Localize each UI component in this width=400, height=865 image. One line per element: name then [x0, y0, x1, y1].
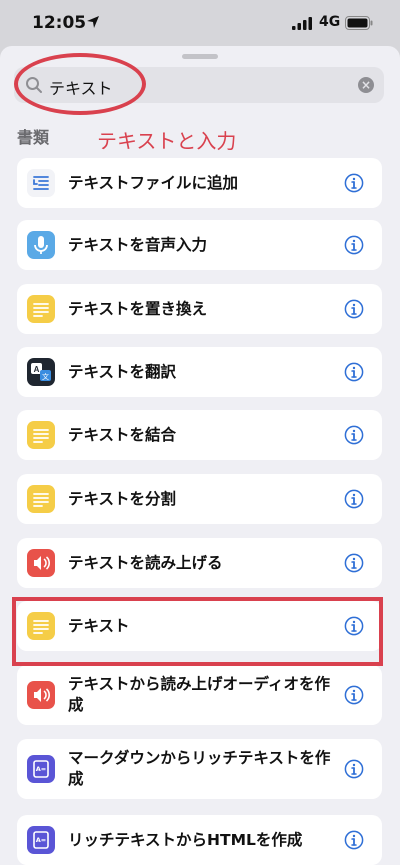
- info-icon[interactable]: [344, 425, 364, 445]
- search-icon: [26, 77, 42, 93]
- action-row[interactable]: テキストを分割: [17, 474, 382, 524]
- info-icon[interactable]: [344, 362, 364, 382]
- action-row[interactable]: A= リッチテキストからHTMLを作成: [17, 815, 382, 865]
- action-row[interactable]: テキストを結合: [17, 410, 382, 460]
- svg-text:A=: A=: [36, 836, 46, 844]
- sheet-grabber[interactable]: [182, 54, 218, 59]
- battery-icon: [345, 16, 373, 30]
- translate-icon: A文: [27, 358, 55, 386]
- action-row[interactable]: テキストを読み上げる: [17, 538, 382, 588]
- action-row[interactable]: テキストを置き換え: [17, 284, 382, 334]
- svg-text:A: A: [34, 365, 40, 374]
- info-icon[interactable]: [344, 616, 364, 636]
- action-label: テキストを翻訳: [68, 362, 177, 381]
- info-icon[interactable]: [344, 489, 364, 509]
- text-file-append-icon: [27, 169, 55, 197]
- action-label: リッチテキストからHTMLを作成: [68, 830, 303, 849]
- clear-search-icon[interactable]: ×: [358, 77, 374, 93]
- rich-text-icon: A=: [27, 826, 55, 854]
- network-type: 4G: [319, 14, 341, 30]
- action-label: テキストを結合: [68, 425, 177, 444]
- action-row[interactable]: テキストファイルに追加: [17, 158, 382, 208]
- info-icon[interactable]: [344, 553, 364, 573]
- status-bar: 12:05 4G: [0, 0, 400, 46]
- document-lines-icon: [27, 421, 55, 449]
- action-label: テキストファイルに追加: [68, 173, 239, 192]
- location-arrow-icon: [87, 16, 99, 28]
- action-label: テキストから読み上げオーディオを作成: [68, 675, 330, 714]
- document-lines-icon: [27, 295, 55, 323]
- microphone-icon: [27, 231, 55, 259]
- document-lines-icon: [27, 485, 55, 513]
- action-search-sheet: テキスト × 書類 テキストと入力 テキストファイルに追加 テキストを音声入力 テキ…: [0, 46, 400, 865]
- annotation-text: テキストと入力: [97, 129, 237, 153]
- info-icon[interactable]: [344, 830, 364, 850]
- search-input[interactable]: テキスト: [49, 75, 113, 99]
- action-row[interactable]: A= マークダウンからリッチテキストを作成: [17, 739, 382, 799]
- action-label: マークダウンからリッチテキストを作成: [68, 749, 331, 788]
- rich-text-icon: A=: [27, 755, 55, 783]
- status-time: 12:05: [32, 13, 87, 33]
- document-lines-icon: [27, 612, 55, 640]
- info-icon[interactable]: [344, 685, 364, 705]
- info-icon[interactable]: [344, 759, 364, 779]
- action-row[interactable]: テキスト: [17, 601, 382, 651]
- info-icon[interactable]: [344, 173, 364, 193]
- action-label: テキスト: [68, 616, 130, 635]
- action-label: テキストを置き換え: [68, 299, 208, 318]
- screen: 12:05 4G テキスト × 書類 テキストと入力 テキストファイルに追加 テ…: [0, 0, 400, 865]
- section-title: 書類: [17, 128, 50, 147]
- info-icon[interactable]: [344, 235, 364, 255]
- action-row[interactable]: テキストを音声入力: [17, 220, 382, 270]
- action-row[interactable]: テキストから読み上げオーディオを作成: [17, 665, 382, 725]
- action-row[interactable]: A 文テキストを翻訳: [17, 347, 382, 397]
- info-icon[interactable]: [344, 299, 364, 319]
- svg-text:文: 文: [42, 372, 49, 381]
- action-label: テキストを読み上げる: [68, 553, 223, 572]
- search-field[interactable]: テキスト ×: [14, 67, 384, 103]
- action-label: テキストを分割: [68, 489, 177, 508]
- action-label: テキストを音声入力: [68, 235, 208, 254]
- speaker-icon: [27, 681, 55, 709]
- speaker-icon: [27, 549, 55, 577]
- svg-text:A=: A=: [36, 765, 46, 773]
- cellular-signal-icon: [292, 17, 312, 30]
